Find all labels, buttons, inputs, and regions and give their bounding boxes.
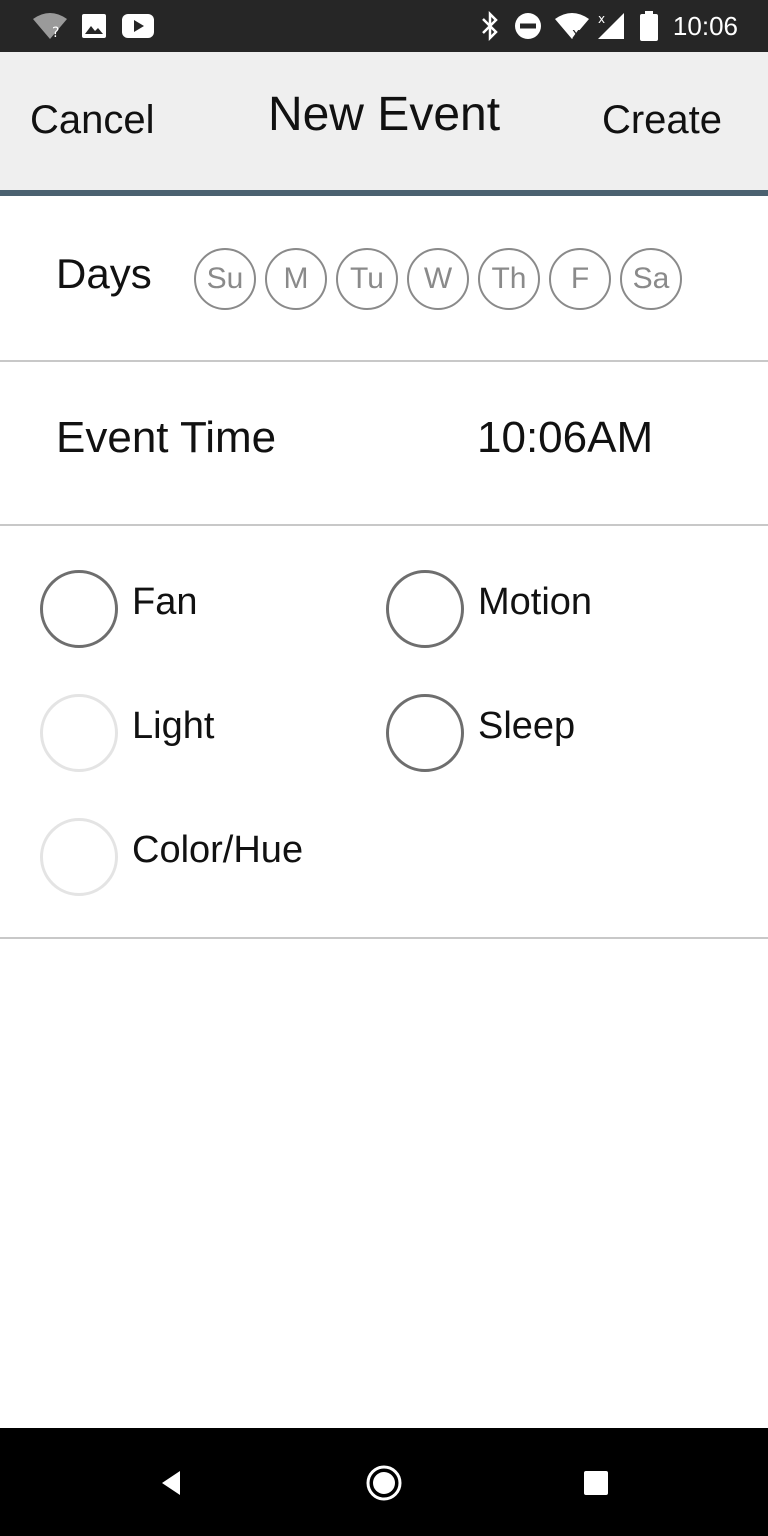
create-button[interactable]: Create: [602, 92, 722, 148]
do-not-disturb-icon: [514, 10, 542, 42]
svg-text:x: x: [572, 26, 580, 41]
status-time: 10:06: [672, 11, 738, 41]
day-toggle-wednesday[interactable]: W: [407, 248, 469, 310]
screen: ? x x 10:06 Cancel New Event Create Days…: [0, 0, 768, 1536]
motion-label: Motion: [478, 581, 593, 623]
header-divider: [0, 190, 768, 196]
wifi-off-icon: x: [554, 10, 590, 42]
image-icon: [82, 10, 106, 42]
recents-icon[interactable]: [571, 1458, 621, 1508]
svg-text:?: ?: [52, 25, 59, 41]
day-toggle-sunday[interactable]: Su: [194, 248, 256, 310]
day-toggle-friday[interactable]: F: [549, 248, 611, 310]
days-label: Days: [56, 250, 152, 297]
divider: [0, 360, 768, 362]
event-time-label: Event Time: [56, 413, 277, 462]
light-label: Light: [132, 705, 215, 747]
status-bar: ? x x 10:06: [0, 0, 768, 52]
day-toggle-thursday[interactable]: Th: [478, 248, 540, 310]
light-radio[interactable]: [40, 694, 118, 772]
svg-text:x: x: [598, 12, 605, 26]
event-time-value[interactable]: 10:06AM: [477, 410, 653, 466]
motion-radio[interactable]: [386, 570, 464, 648]
wifi-question-icon: ?: [32, 10, 68, 42]
sleep-radio[interactable]: [386, 694, 464, 772]
youtube-icon: [122, 10, 154, 42]
home-icon[interactable]: [359, 1458, 409, 1508]
navigation-bar: [0, 1428, 768, 1536]
sleep-label: Sleep: [478, 705, 576, 747]
day-toggle-tuesday[interactable]: Tu: [336, 248, 398, 310]
day-toggle-saturday[interactable]: Sa: [620, 248, 682, 310]
bluetooth-icon: [480, 10, 500, 42]
divider: [0, 937, 768, 939]
day-toggle-monday[interactable]: M: [265, 248, 327, 310]
back-icon[interactable]: [146, 1458, 196, 1508]
color-hue-radio[interactable]: [40, 818, 118, 896]
cell-signal-icon: x: [596, 10, 626, 42]
fan-label: Fan: [132, 581, 198, 623]
fan-radio[interactable]: [40, 570, 118, 648]
color-hue-label: Color/Hue: [132, 829, 304, 871]
battery-icon: [640, 10, 658, 42]
divider: [0, 524, 768, 526]
